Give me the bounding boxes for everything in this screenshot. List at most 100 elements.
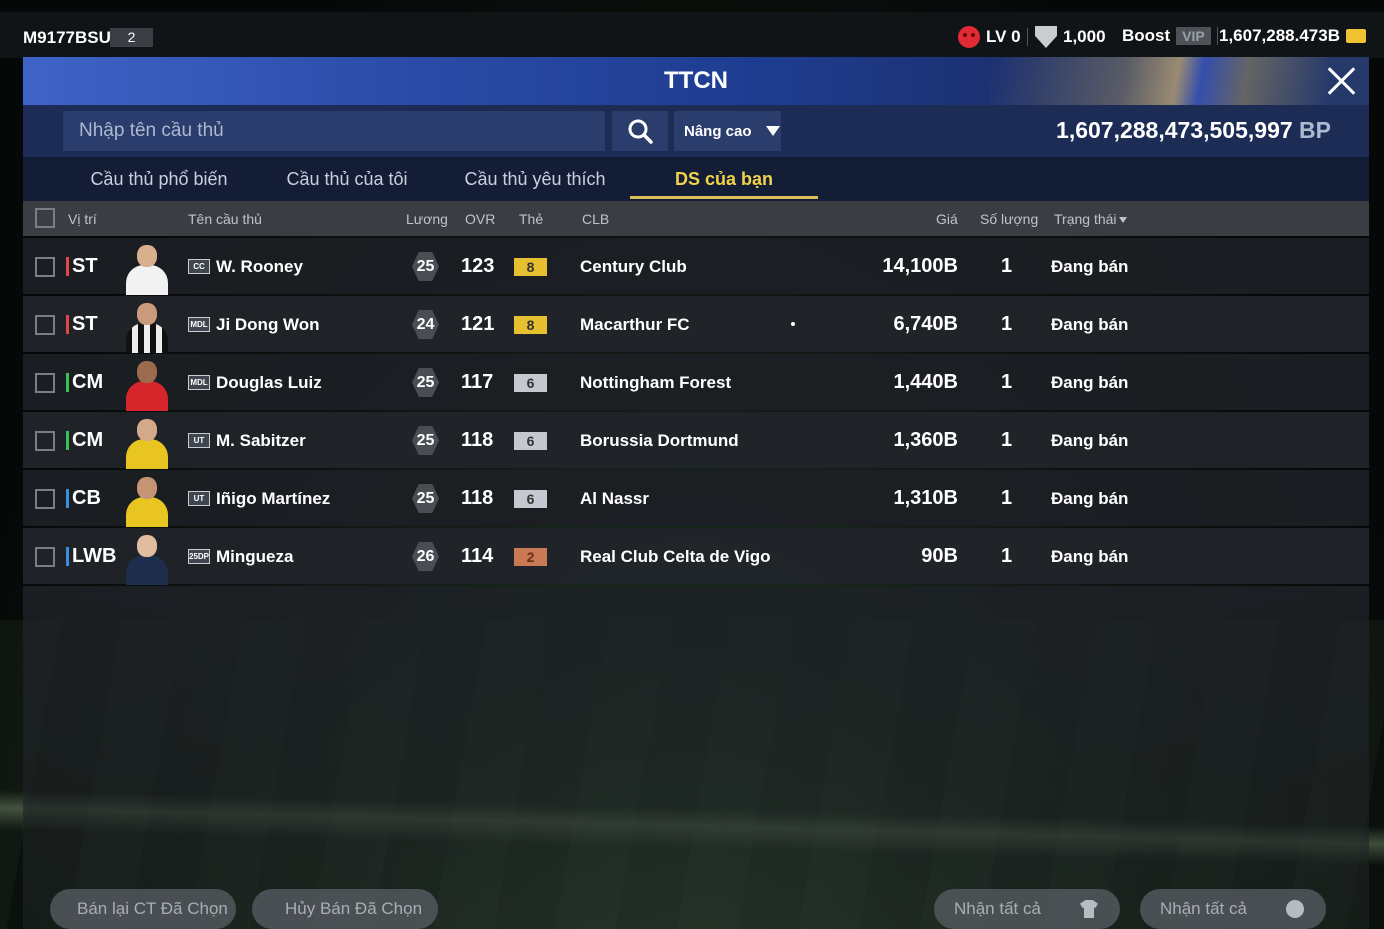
table-row[interactable]: CB UT Iñigo Martínez 25 118 6 Al Nassr 1… (23, 470, 1369, 527)
bp-coin-icon (1286, 900, 1304, 918)
row-checkbox[interactable] (35, 315, 55, 335)
divider (1216, 27, 1218, 45)
boost-label: Boost (1122, 26, 1171, 45)
col-ovr[interactable]: OVR (465, 211, 495, 227)
wage-badge: 25 (412, 426, 439, 455)
grade-badge: 6 (514, 432, 547, 450)
table-header: Vị trí Tên cầu thủ Lương OVR Thẻ CLB Giá… (23, 201, 1369, 236)
status-label: Đang bán (1051, 257, 1129, 276)
price-value: 6,740B (893, 313, 959, 335)
sad-face-icon (958, 26, 980, 48)
title-bar: TTCN (23, 57, 1369, 105)
table-row[interactable]: CM UT M. Sabitzer 25 118 6 Borussia Dort… (23, 412, 1369, 469)
player-name: M. Sabitzer (216, 431, 306, 450)
bp-balance: 1,607,288,473,505,997 BP (1056, 117, 1331, 144)
resell-selected-button[interactable]: Bán lại CT Đã Chọn (50, 889, 236, 929)
advanced-filter-dropdown[interactable]: Nâng cao (674, 111, 781, 151)
price-value: 90B (921, 545, 958, 567)
grade-badge: 2 (514, 548, 547, 566)
season-badge: MDL (188, 317, 210, 332)
receive-all-players-button[interactable]: Nhận tất cả (934, 889, 1120, 929)
grade-badge: 8 (514, 258, 547, 276)
divider (1026, 28, 1028, 46)
receive-all-bp-button[interactable]: Nhận tất cả (1140, 889, 1326, 929)
col-club[interactable]: CLB (582, 211, 609, 227)
search-icon (628, 119, 653, 144)
row-checkbox[interactable] (35, 257, 55, 277)
player-name: Douglas Luiz (216, 373, 322, 392)
table-row[interactable]: LWB 25DP Mingueza 26 114 2 Real Club Cel… (23, 528, 1369, 585)
trophy-count: 1,000 (1063, 27, 1106, 46)
wage-badge: 25 (412, 252, 439, 281)
row-checkbox[interactable] (35, 547, 55, 567)
table-row[interactable]: CM MDL Douglas Luiz 25 117 6 Nottingham … (23, 354, 1369, 411)
player-name: W. Rooney (216, 257, 303, 276)
grade-badge: 6 (514, 374, 547, 392)
listing-table: ST CC W. Rooney 25 123 8 Century Club 14… (23, 238, 1369, 586)
search-input[interactable] (63, 111, 605, 151)
season-badge: UT (188, 491, 210, 506)
ovr-value: 117 (461, 371, 494, 393)
price-value: 1,310B (893, 487, 959, 509)
ovr-value: 121 (461, 313, 495, 335)
wage-badge: 26 (412, 542, 439, 571)
position-label: LWB (66, 545, 116, 568)
club-name: Real Club Celta de Vigo (580, 547, 771, 566)
empty-list-area (23, 586, 1369, 929)
account-id: M9177BSU (23, 28, 111, 47)
shirt-icon (1080, 900, 1098, 918)
col-position[interactable]: Vị trí (68, 211, 97, 227)
quantity-value: 1 (1001, 371, 1013, 393)
status-label: Đang bán (1051, 489, 1129, 508)
status-label: Đang bán (1051, 373, 1129, 392)
club-name: Borussia Dortmund (580, 431, 739, 450)
row-checkbox[interactable] (35, 489, 55, 509)
vip-badge: VIP (1176, 27, 1211, 45)
chevron-down-icon (765, 126, 780, 136)
season-badge: MDL (188, 375, 210, 390)
col-status[interactable]: Trạng thái (1054, 211, 1127, 227)
cancel-selected-button[interactable]: Hủy Bán Đã Chọn (252, 889, 438, 929)
status-label: Đang bán (1051, 547, 1129, 566)
tab-popular-players[interactable]: Cầu thủ phổ biến (81, 157, 237, 201)
col-wage[interactable]: Lương (406, 211, 448, 227)
col-status-label: Trạng thái (1054, 211, 1117, 227)
col-price[interactable]: Giá (936, 211, 958, 227)
table-row[interactable]: ST CC W. Rooney 25 123 8 Century Club 14… (23, 238, 1369, 295)
player-avatar (120, 357, 174, 411)
select-all-checkbox[interactable] (35, 208, 55, 228)
wage-badge: 24 (412, 310, 439, 339)
marker-dot (791, 322, 795, 326)
bp-unit: BP (1299, 117, 1331, 143)
col-grade[interactable]: Thẻ (519, 211, 543, 227)
table-row[interactable]: ST MDL Ji Dong Won 24 121 8 Macarthur FC… (23, 296, 1369, 353)
grade-badge: 8 (514, 316, 547, 334)
status-label: Đang bán (1051, 315, 1129, 334)
boost-stat[interactable]: Boost VIP (1122, 26, 1218, 46)
search-button[interactable] (612, 111, 668, 151)
player-avatar (120, 241, 174, 295)
tab-your-list[interactable]: DS của bạn (630, 157, 818, 201)
position-label: ST (66, 313, 98, 336)
club-name: Nottingham Forest (580, 373, 732, 392)
level-stat: LV 0 (958, 26, 1028, 48)
tab-my-players[interactable]: Cầu thủ của tôi (275, 157, 419, 201)
receive-all-bp-label: Nhận tất cả (1160, 899, 1247, 918)
position-label: CB (66, 487, 101, 510)
bp-amount: 1,607,288,473,505,997 (1056, 117, 1293, 143)
col-qty[interactable]: Số lượng (980, 211, 1038, 227)
quantity-value: 1 (1001, 487, 1013, 509)
price-value: 14,100B (882, 255, 958, 277)
coin-stat: 1,607,288.473B (1219, 26, 1366, 46)
player-avatar (120, 299, 174, 353)
wage-badge: 25 (412, 484, 439, 513)
row-checkbox[interactable] (35, 431, 55, 451)
season-badge: 25DP (188, 549, 210, 564)
search-bar: Nâng cao 1,607,288,473,505,997 BP (23, 105, 1369, 157)
player-avatar (120, 473, 174, 527)
tab-favorite-players[interactable]: Cầu thủ yêu thích (455, 157, 615, 201)
row-checkbox[interactable] (35, 373, 55, 393)
col-name[interactable]: Tên cầu thủ (188, 211, 262, 227)
tab-bar: Cầu thủ phổ biến Cầu thủ của tôi Cầu thủ… (23, 157, 1369, 201)
close-icon[interactable] (1323, 63, 1359, 99)
